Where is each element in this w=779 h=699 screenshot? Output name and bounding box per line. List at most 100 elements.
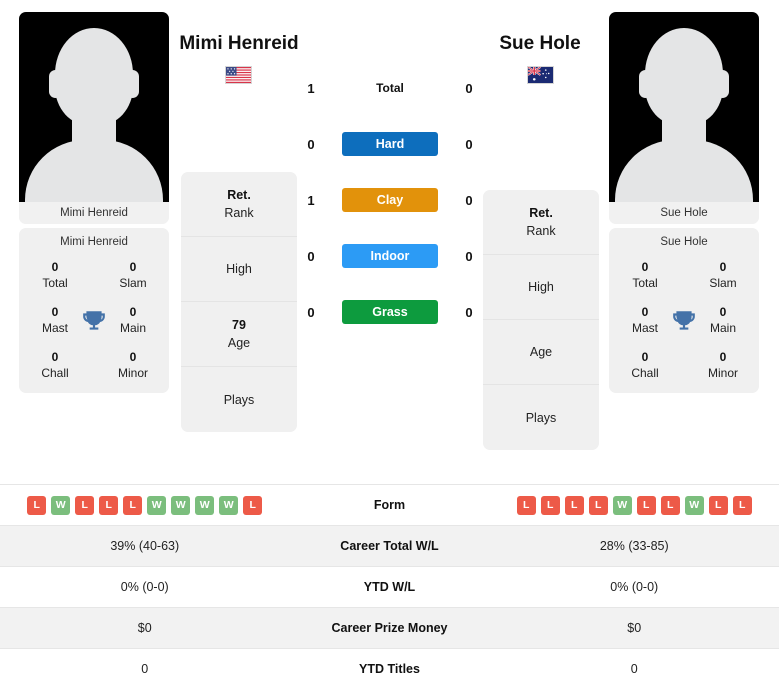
titles-total-left: 0 Total <box>31 260 79 291</box>
titles-slam-left: 0 Slam <box>109 260 157 291</box>
titles-chall-left: 0 Chall <box>31 350 79 381</box>
form-badge-loss[interactable]: L <box>564 495 584 515</box>
info-age-label: Age <box>529 345 553 359</box>
titles-mast-label: Mast <box>41 321 68 335</box>
form-badges-right: LLLLWLLWLL <box>516 495 752 515</box>
titles-card-name-right: Sue Hole <box>660 236 708 248</box>
silhouette-body-icon <box>615 140 753 202</box>
form-badge-loss[interactable]: L <box>123 495 143 515</box>
form-badge-win[interactable]: W <box>51 495 71 515</box>
titles-total-value: 0 <box>51 260 59 274</box>
h2h-row-total: 1 Total 0 <box>300 60 480 116</box>
table-label: Career Total W/L <box>340 539 439 553</box>
table-row: 0 YTD Titles 0 <box>0 648 779 689</box>
form-badge-loss[interactable]: L <box>708 495 728 515</box>
table-label: YTD W/L <box>363 580 416 594</box>
h2h-score-left: 1 <box>307 80 315 96</box>
titles-chall-label: Chall <box>631 366 659 380</box>
h2h-score-left: 0 <box>307 136 315 152</box>
titles-row: 0 Total 0 Slam <box>19 260 169 291</box>
titles-total-value: 0 <box>641 260 649 274</box>
form-badge-loss[interactable]: L <box>636 495 656 515</box>
form-badge-loss[interactable]: L <box>588 495 608 515</box>
titles-minor-label: Minor <box>117 366 148 380</box>
titles-minor-left: 0 Minor <box>109 350 157 381</box>
info-age-label: Age <box>227 335 251 350</box>
silhouette-ear-right-icon <box>126 70 139 98</box>
form-badge-loss[interactable]: L <box>540 495 560 515</box>
h2h-score-right: 0 <box>465 136 473 152</box>
h2h-surface-label-hard[interactable]: Hard <box>342 132 438 156</box>
table-cell-left: LWLLLWWWWL <box>0 495 290 515</box>
table-label-form: Form <box>373 498 406 512</box>
table-row: 39% (40-63) Career Total W/L 28% (33-85) <box>0 525 779 566</box>
player-comparison-page: Mimi Henreid Sue Hole Mimi Henreid 0 Tot… <box>0 0 779 699</box>
info-rank-label: Rank <box>526 223 556 238</box>
titles-mast-label: Mast <box>631 321 658 335</box>
h2h-surface-label-total: Total <box>376 81 404 95</box>
titles-minor-value: 0 <box>719 350 727 364</box>
titles-total-label: Total <box>42 276 68 290</box>
h2h-surface-label-clay[interactable]: Clay <box>342 188 438 212</box>
table-cell-left: 39% (40-63) <box>110 539 180 553</box>
titles-card-left: Mimi Henreid 0 Total 0 Slam 0 Mast 0 Mai… <box>19 228 169 393</box>
form-badge-loss[interactable]: L <box>27 495 47 515</box>
titles-chall-label: Chall <box>41 366 69 380</box>
table-cell-right: LLLLWLLWLL <box>490 495 779 515</box>
titles-mast-right: 0 Mast <box>621 305 669 336</box>
titles-slam-value: 0 <box>129 260 137 274</box>
table-label: Career Prize Money <box>331 621 448 635</box>
h2h-surface-label-grass[interactable]: Grass <box>342 300 438 324</box>
form-badge-win[interactable]: W <box>219 495 239 515</box>
info-plays-label: Plays <box>525 410 557 425</box>
form-badge-loss[interactable]: L <box>732 495 752 515</box>
player-name-right[interactable]: Sue Hole <box>425 33 655 55</box>
titles-minor-right: 0 Minor <box>699 350 747 381</box>
titles-row: 0 Total 0 Slam <box>609 260 759 291</box>
titles-main-right: 0 Main <box>699 305 747 336</box>
table-cell-left: $0 <box>137 621 152 635</box>
table-row-form: L W L L L W W W W L Form L L L L W L L W L L <box>0 484 779 525</box>
au-flag-icon <box>527 66 554 84</box>
form-badge-loss[interactable]: L <box>243 495 263 515</box>
titles-row: 0 Mast 0 Main <box>19 305 169 336</box>
form-badge-win[interactable]: W <box>684 495 704 515</box>
titles-main-label: Main <box>119 321 146 335</box>
silhouette-ear-left-icon <box>639 70 652 98</box>
silhouette-body-icon <box>25 140 163 202</box>
info-plays-right: Plays <box>483 385 599 450</box>
titles-minor-value: 0 <box>129 350 137 364</box>
head-to-head-column: 1 Total 0 0 Hard 0 1 Clay 0 0 Indoor 0 0 Grass 0 <box>300 60 480 340</box>
table-cell-right: 0 <box>630 662 638 676</box>
player-name-left[interactable]: Mimi Henreid <box>124 33 354 55</box>
titles-slam-label: Slam <box>709 276 737 290</box>
titles-main-value: 0 <box>129 305 137 319</box>
info-rank-value: Ret. <box>227 187 251 202</box>
form-badge-loss[interactable]: L <box>99 495 119 515</box>
info-plays-left: Plays <box>181 367 297 432</box>
form-badge-win[interactable]: W <box>195 495 215 515</box>
form-badge-loss[interactable]: L <box>75 495 95 515</box>
form-badge-win[interactable]: W <box>171 495 191 515</box>
titles-row: 0 Chall 0 Minor <box>609 350 759 381</box>
titles-total-label: Total <box>632 276 658 290</box>
info-card-right: Ret. Rank High Age Plays <box>483 190 599 450</box>
titles-mast-value: 0 <box>641 305 649 319</box>
info-rank-left: Ret. Rank <box>181 172 297 237</box>
h2h-row-clay: 1 Clay 0 <box>300 172 480 228</box>
comparison-header: Mimi Henreid Sue Hole Mimi Henreid 0 Tot… <box>0 0 779 478</box>
player-photo-caption-right: Sue Hole <box>609 202 759 224</box>
h2h-row-indoor: 0 Indoor 0 <box>300 228 480 284</box>
form-badge-loss[interactable]: L <box>660 495 680 515</box>
form-badge-win[interactable]: W <box>147 495 167 515</box>
form-badge-loss[interactable]: L <box>516 495 536 515</box>
info-high-right: High <box>483 255 599 320</box>
silhouette-ear-left-icon <box>49 70 62 98</box>
h2h-row-hard: 0 Hard 0 <box>300 116 480 172</box>
titles-card-name-left: Mimi Henreid <box>60 236 128 248</box>
info-rank-right: Ret. Rank <box>483 190 599 255</box>
form-badges-left: LWLLLWWWWL <box>27 495 263 515</box>
h2h-surface-label-indoor[interactable]: Indoor <box>342 244 438 268</box>
h2h-score-right: 0 <box>465 80 473 96</box>
form-badge-win[interactable]: W <box>612 495 632 515</box>
